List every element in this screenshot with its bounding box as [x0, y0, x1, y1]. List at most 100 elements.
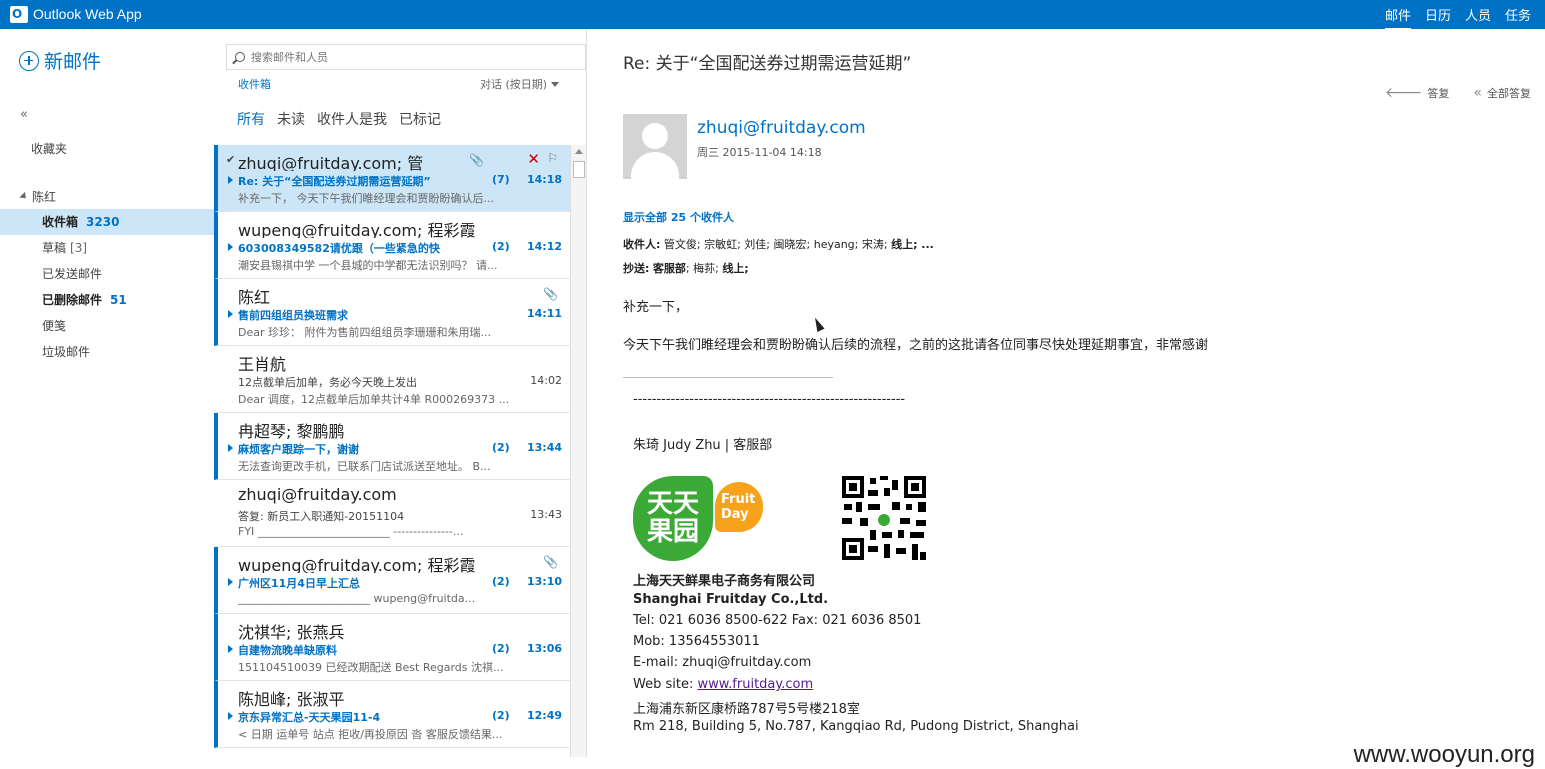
favorites-header[interactable]: 收藏夹: [31, 140, 67, 157]
message-time: 14:11: [526, 307, 562, 320]
flag-icon[interactable]: ⚐: [547, 151, 558, 165]
search-icon: [235, 52, 245, 62]
message-row[interactable]: 陈旭峰; 张淑平 京东异常汇总-天天果园11-4 (2) 12:49 < 日期 运单…: [214, 681, 570, 748]
message-row[interactable]: wupeng@fruitday.com; 程彩霞 603008349582请优跟…: [214, 212, 570, 279]
message-time: 14:12: [526, 240, 562, 253]
attachment-icon: 📎: [543, 287, 558, 301]
cc-names[interactable]: ; 梅荪;: [686, 262, 722, 275]
expand-arrow-icon[interactable]: [228, 444, 233, 452]
signature-email: E-mail: zhuqi@fruitday.com: [633, 655, 812, 670]
search-input[interactable]: [251, 50, 551, 64]
unread-count: 3230: [86, 215, 120, 229]
folder-deleted[interactable]: 已删除邮件 51: [0, 287, 214, 313]
expand-arrow-icon[interactable]: [228, 712, 233, 720]
filter-flagged[interactable]: 已标记: [399, 109, 441, 129]
expand-arrow-icon[interactable]: [228, 645, 233, 653]
message-row[interactable]: 沈祺华; 张燕兵 自建物流晚单缺原料 (2) 13:06 151104510039 …: [214, 614, 570, 681]
website-link[interactable]: www.fruitday.com: [697, 677, 813, 692]
message-subject: 答复: 新员工入职通知-20151104: [238, 510, 405, 523]
message-subject: 广州区11月4日早上汇总: [238, 577, 360, 590]
delete-icon[interactable]: ✕: [527, 150, 540, 168]
folder-sent[interactable]: 已发送邮件: [0, 261, 214, 287]
thread-count: [492, 508, 522, 523]
sender-name[interactable]: zhuqi@fruitday.com: [697, 118, 866, 138]
signature-mobile: Mob: 13564553011: [633, 634, 760, 649]
message-preview: 151104510039 已经改期配送 Best Regards 沈祺...: [238, 661, 504, 674]
filter-tabs: 所有 未读 收件人是我 已标记: [237, 109, 441, 129]
account-header[interactable]: 陈红: [19, 188, 56, 205]
fruitday-logo: 天天果园: [633, 476, 713, 561]
checkmark-icon[interactable]: ✔: [226, 153, 235, 166]
message-from: 沈祺华; 张燕兵: [238, 623, 345, 640]
folder-label: 已删除邮件: [42, 293, 103, 307]
cc-label: 抄送:: [623, 262, 650, 275]
filter-unread[interactable]: 未读: [277, 109, 305, 129]
cc-recipients: 抄送: 客服部; 梅荪; 线上;: [623, 260, 749, 276]
folder-junk[interactable]: 垃圾邮件: [0, 339, 214, 365]
message-row[interactable]: ✔ zhuqi@fruitday.com; 管 📎 ✕ ⚐ Re: 关于“全国配…: [214, 145, 570, 212]
show-all-recipients-link[interactable]: 显示全部 25 个收件人: [623, 209, 734, 225]
folder-drafts[interactable]: 草稿 [3]: [0, 235, 214, 261]
breadcrumb: 收件箱: [238, 78, 271, 91]
scroll-thumb[interactable]: [573, 161, 585, 178]
sort-label: 对话 (按日期): [480, 78, 548, 91]
thread-count: [492, 374, 522, 389]
message-from: 陈旭峰; 张淑平: [238, 690, 345, 707]
cc-group-2[interactable]: 线上;: [722, 262, 748, 275]
thread-count: (7): [492, 173, 510, 186]
to-recipients: 收件人: 管文俊; 宗敏虹; 刘佳; 闽晓宏; heyang; 宋涛; 线上; …: [623, 236, 934, 252]
nav-people[interactable]: 人员: [1465, 5, 1491, 30]
message-list-scrollbar[interactable]: [570, 145, 586, 757]
cc-group[interactable]: 客服部: [653, 262, 686, 275]
company-name-en: Shanghai Fruitday Co.,Ltd.: [633, 592, 829, 607]
thread-count: [492, 307, 522, 322]
filter-to-me[interactable]: 收件人是我: [317, 109, 387, 129]
message-row[interactable]: zhuqi@fruitday.com 答复: 新员工入职通知-20151104 1…: [214, 480, 570, 547]
nav-calendar[interactable]: 日历: [1425, 5, 1451, 30]
folder-label: 便笺: [42, 319, 67, 333]
new-mail-label: 新邮件: [44, 51, 102, 73]
reply-button[interactable]: 🡐 答复: [1385, 84, 1450, 101]
folder-inbox[interactable]: 收件箱 3230: [0, 209, 214, 235]
search-box[interactable]: [226, 44, 586, 70]
message-row[interactable]: wupeng@fruitday.com; 程彩霞 📎 广州区11月4日早上汇总 (…: [214, 547, 570, 614]
attachment-icon: 📎: [543, 555, 558, 569]
to-names[interactable]: 管文俊; 宗敏虹; 刘佳; 闽晓宏; heyang; 宋涛;: [664, 238, 891, 251]
message-time: 13:10: [526, 575, 562, 588]
sort-dropdown[interactable]: 对话 (按日期): [480, 76, 560, 92]
email-subject: Re: 关于“全国配送券过期需运营延期”: [623, 54, 912, 74]
to-group[interactable]: 线上; ...: [891, 238, 934, 251]
folder-notes[interactable]: 便笺: [0, 313, 214, 339]
folder-pane: 新邮件 « 收藏夹 陈红 收件箱 3230 草稿 [3] 已发送邮件 已删除邮件 51…: [0, 29, 214, 757]
expand-arrow-icon[interactable]: [228, 310, 233, 318]
reply-arrow-icon: 🡐: [1384, 85, 1423, 101]
logo-text: 天天果园: [646, 489, 699, 547]
message-row[interactable]: 王肖航 12点截单后加单，务必今天晚上发出 14:02 Dear 调度，12点截单…: [214, 346, 570, 413]
message-from: wupeng@fruitday.com; 程彩霞: [238, 556, 476, 573]
message-time: 13:44: [526, 441, 562, 454]
message-row[interactable]: 冉超琴; 黎鹏鹏 麻烦客户跟踪一下，谢谢 (2) 13:44 无法查询更改手机，已联…: [214, 413, 570, 480]
new-mail-button[interactable]: 新邮件: [19, 47, 101, 74]
expand-triangle-icon: [19, 191, 29, 202]
nav-mail[interactable]: 邮件: [1384, 5, 1411, 30]
thread-count: (2): [492, 642, 510, 655]
message-from: 陈红: [238, 288, 271, 305]
message-preview: 补充一下， 今天下午我们睢经理会和贾盼盼确认后...: [238, 192, 494, 205]
collapse-pane-button[interactable]: «: [20, 107, 28, 122]
nav-tasks[interactable]: 任务: [1505, 5, 1531, 30]
chevron-down-icon: [551, 81, 560, 87]
outlook-logo-icon: [10, 6, 28, 23]
expand-arrow-icon[interactable]: [228, 578, 233, 586]
expand-arrow-icon[interactable]: [228, 176, 233, 184]
message-from: wupeng@fruitday.com; 程彩霞: [238, 221, 476, 238]
message-subject: 售前四组组员换班需求: [238, 309, 348, 322]
expand-arrow-icon[interactable]: [228, 243, 233, 251]
folder-label: 收件箱: [42, 215, 79, 229]
reply-all-button[interactable]: « 全部答复: [1473, 84, 1531, 101]
message-from: zhuqi@fruitday.com; 管: [238, 154, 424, 171]
message-subject: Re: 关于“全国配送券过期需运营延期”: [238, 175, 431, 188]
message-time: 12:49: [526, 709, 562, 722]
filter-all[interactable]: 所有: [237, 109, 265, 129]
message-row[interactable]: 陈红 📎 售前四组组员换班需求 14:11 Dear 珍珍： 附件为售前四组组员李…: [214, 279, 570, 346]
scroll-up-icon[interactable]: [575, 149, 583, 154]
